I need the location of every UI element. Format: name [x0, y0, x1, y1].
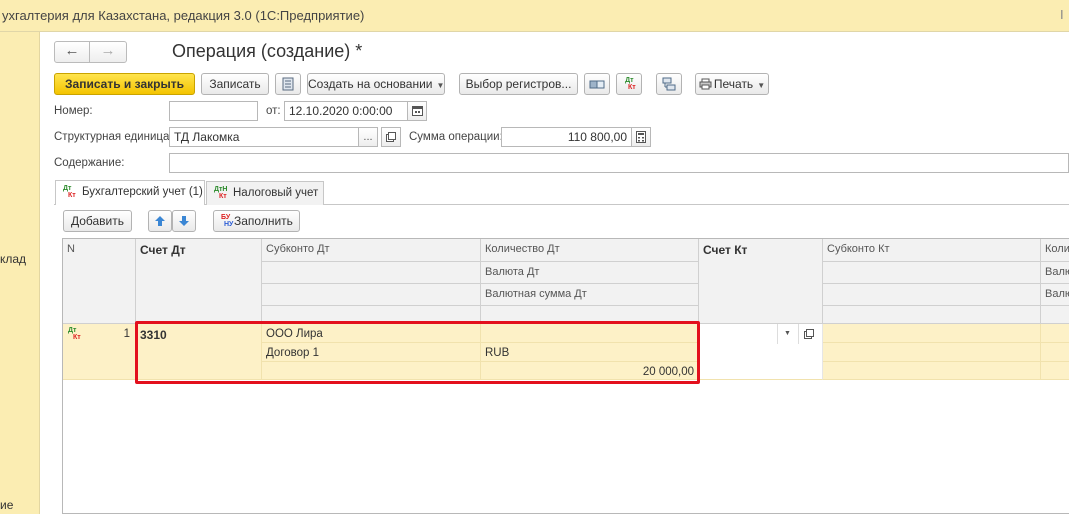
column-header-currency-sum-dt[interactable]: Валютная сумма Дт: [481, 284, 699, 306]
chevron-down-icon: ▼: [436, 81, 445, 90]
structural-unit-label: Структурная единица:: [54, 131, 173, 143]
arrow-left-icon: ←: [64, 42, 80, 59]
dtn-kt-icon: ДтН Кт: [214, 186, 228, 200]
printer-icon: [699, 78, 712, 90]
column-header-currency-dt[interactable]: Валюта Дт: [481, 262, 699, 284]
arrow-up-icon: [155, 216, 165, 226]
dt-kt-icon: Дт Кт: [68, 327, 81, 341]
left-panel-item[interactable]: ие: [0, 498, 13, 512]
structural-unit-select-button[interactable]: ...: [358, 127, 378, 147]
currency-sum-kt-cell[interactable]: [1041, 362, 1069, 380]
column-header-quantity-kt[interactable]: Коли: [1041, 239, 1069, 262]
operation-sum-input[interactable]: 110 800,00: [501, 127, 632, 147]
save-button[interactable]: Записать: [201, 73, 269, 95]
column-header-subkonto-dt-3: [262, 284, 481, 306]
save-and-close-button[interactable]: Записать и закрыть: [54, 73, 195, 95]
move-down-button[interactable]: [172, 210, 196, 232]
number-label: Номер:: [54, 105, 93, 117]
column-header-subkonto-dt-2: [262, 262, 481, 284]
account-kt-cell[interactable]: ▼: [699, 324, 823, 380]
structural-unit-open-button[interactable]: [381, 127, 401, 147]
window-control-icon[interactable]: I: [1060, 7, 1064, 22]
date-picker-button[interactable]: [407, 101, 427, 121]
open-window-icon: [386, 132, 396, 142]
calculator-icon: [636, 131, 646, 143]
arrow-right-icon: →: [100, 42, 116, 59]
window-title: ухгалтерия для Казахстана, редакция 3.0 …: [2, 8, 365, 23]
number-input[interactable]: [169, 101, 258, 121]
column-header-account-dt[interactable]: Счет Дт: [136, 239, 262, 324]
calculator-button[interactable]: [631, 127, 651, 147]
column-header-currency-sum-kt[interactable]: Валю: [1041, 284, 1069, 306]
dt-kt-icon: Дт Кт: [63, 185, 76, 199]
column-header-account-kt[interactable]: Счет Кт: [699, 239, 823, 324]
back-button[interactable]: ←: [54, 41, 90, 63]
tab-accounting-label: Бухгалтерский учет (1): [82, 186, 203, 198]
subkonto-kt-cell-3[interactable]: [823, 362, 1041, 380]
structure-button[interactable]: [656, 73, 682, 95]
column-header-subkonto-kt-2: [823, 262, 1041, 284]
calendar-icon: [411, 106, 423, 116]
forward-button[interactable]: →: [89, 41, 127, 63]
column-header-currency-kt[interactable]: Валю: [1041, 262, 1069, 284]
date-label: от:: [266, 105, 281, 117]
arrow-down-icon: [179, 216, 189, 226]
highlight-box: [135, 321, 700, 384]
fill-label: Заполнить: [234, 214, 293, 228]
column-header-subkonto-dt[interactable]: Субконто Дт: [262, 239, 481, 262]
page-title: Операция (создание) *: [172, 41, 363, 61]
create-based-on-label: Создать на основании: [308, 77, 433, 91]
column-header-subkonto-kt[interactable]: Субконто Кт: [823, 239, 1041, 262]
column-header-quantity-kt-blank: [1041, 306, 1069, 324]
structural-unit-input[interactable]: ТД Лакомка: [169, 127, 359, 147]
window-title-bar: ухгалтерия для Казахстана, редакция 3.0 …: [0, 0, 1069, 32]
open-window-icon: [804, 329, 814, 339]
account-kt-dropdown-button[interactable]: ▼: [777, 324, 797, 344]
bu-nu-icon: БУ НУ: [221, 214, 234, 228]
dt-kt-icon: Дт Кт: [625, 77, 636, 91]
select-registers-button[interactable]: Выбор регистров...: [459, 73, 578, 95]
chevron-down-icon: ▼: [784, 330, 791, 337]
column-header-subkonto-kt-3: [823, 284, 1041, 306]
account-kt-open-button[interactable]: [798, 324, 820, 344]
left-section-panel: клад ие: [0, 32, 40, 514]
left-panel-item[interactable]: клад: [0, 252, 26, 266]
content-input[interactable]: [169, 153, 1069, 173]
fill-button[interactable]: БУ НУ Заполнить: [213, 210, 300, 232]
subkonto-kt-cell-2[interactable]: [823, 343, 1041, 362]
row-number: 1: [123, 328, 130, 340]
hierarchy-icon: [662, 77, 676, 91]
date-input[interactable]: 12.10.2020 0:00:00: [284, 101, 408, 121]
content-label: Содержание:: [54, 157, 125, 169]
currency-kt-cell[interactable]: [1041, 343, 1069, 362]
column-header-subkonto-kt-blank: [823, 306, 1041, 324]
subkonto-kt-cell-1[interactable]: [823, 324, 1041, 343]
quantity-kt-cell[interactable]: [1041, 324, 1069, 343]
chevron-down-icon: ▼: [757, 81, 766, 90]
column-header-quantity-dt[interactable]: Количество Дт: [481, 239, 699, 262]
tab-accounting[interactable]: Дт Кт Бухгалтерский учет (1): [55, 180, 205, 205]
movements-button[interactable]: [584, 73, 610, 95]
document-list-icon: [282, 77, 294, 91]
tab-tax-label: Налоговый учет: [233, 187, 319, 199]
eraser-icon: [589, 80, 605, 89]
dt-kt-button[interactable]: Дт Кт: [616, 73, 642, 95]
row-number-cell[interactable]: Дт Кт 1: [63, 324, 136, 380]
print-button[interactable]: Печать ▼: [695, 73, 769, 95]
column-header-n[interactable]: N: [63, 239, 136, 324]
move-up-button[interactable]: [148, 210, 172, 232]
create-based-on-button[interactable]: Создать на основании ▼: [307, 73, 445, 95]
print-label: Печать: [713, 77, 754, 91]
operation-sum-label: Сумма операции:: [409, 131, 503, 143]
tab-tax[interactable]: ДтН Кт Налоговый учет: [206, 181, 324, 205]
journal-button[interactable]: [275, 73, 301, 95]
add-row-button[interactable]: Добавить: [63, 210, 132, 232]
